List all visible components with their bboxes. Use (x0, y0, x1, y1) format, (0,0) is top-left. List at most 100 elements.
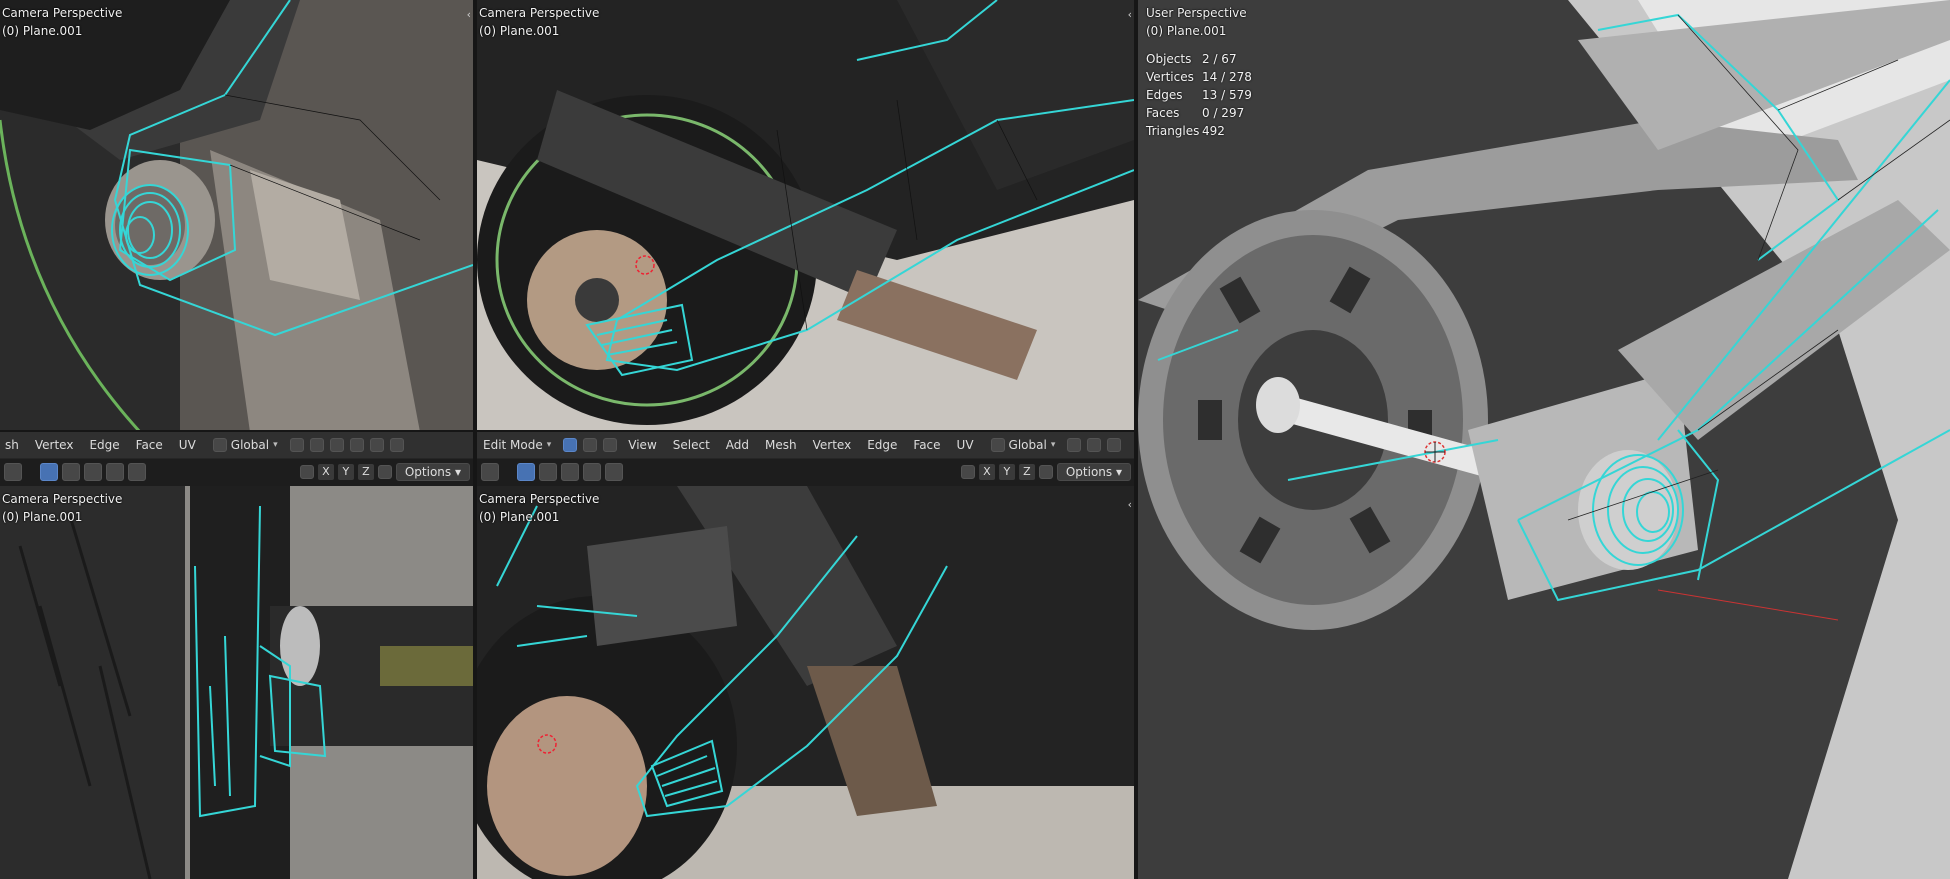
chevron-down-icon: ▾ (546, 440, 552, 450)
collapse-icon[interactable]: ‹ (467, 8, 471, 21)
pivot-icon[interactable] (289, 438, 304, 452)
stat-value: 14 / 278 (1202, 70, 1252, 84)
options-button[interactable]: Options ▾ (1056, 463, 1131, 481)
mode-new-icon[interactable] (517, 463, 535, 481)
tool-settings-icon[interactable] (377, 465, 392, 479)
snap-grid-icon[interactable] (329, 438, 344, 452)
mode-extend-icon[interactable] (539, 463, 557, 481)
viewport-info-right: User Perspective (0) Plane.001 (1146, 4, 1247, 40)
snap-grid-icon[interactable] (1107, 438, 1122, 452)
axis-y-toggle[interactable]: Y (998, 464, 1015, 480)
options-button[interactable]: Options ▾ (395, 463, 470, 481)
axis-z-toggle[interactable]: Z (357, 464, 374, 480)
menu-mesh[interactable]: Mesh (760, 438, 802, 452)
scene-right (1138, 0, 1950, 879)
axis-z-toggle[interactable]: Z (1018, 464, 1035, 480)
overlay-eye-icon[interactable] (389, 438, 404, 452)
stat-value: 0 / 297 (1202, 106, 1245, 120)
menu-view[interactable]: View (623, 438, 661, 452)
stat-value: 13 / 579 (1202, 88, 1252, 102)
orientation-label: Global (1008, 438, 1047, 452)
menu-edge[interactable]: Edge (862, 438, 902, 452)
tool-settings-icon[interactable] (1038, 465, 1053, 479)
options-label: Options (1065, 465, 1113, 479)
stat-row: Vertices 14 / 278 (1146, 68, 1252, 86)
object-label: (0) Plane.001 (1146, 24, 1227, 38)
orientation-dropdown[interactable]: Global ▾ (985, 438, 1062, 452)
axis-x-toggle[interactable]: X (978, 464, 995, 480)
snap-icon[interactable] (1087, 438, 1102, 452)
object-label: (0) Plane.001 (2, 510, 83, 524)
snap-icon[interactable] (309, 438, 324, 452)
stat-label: Triangles (1146, 124, 1200, 138)
viewport-info-bottom-mid: Camera Perspective (0) Plane.001 (479, 490, 599, 526)
scene-bottom-mid (477, 486, 1134, 879)
axis-y-toggle[interactable]: Y (337, 464, 354, 480)
falloff-icon[interactable] (369, 438, 384, 452)
stat-row: Objects 2 / 67 (1146, 50, 1252, 68)
menu-face[interactable]: Face (131, 438, 168, 452)
mode-dropdown[interactable]: Edit Mode ▾ (477, 438, 557, 452)
stat-value: 2 / 67 (1202, 52, 1237, 66)
object-label: (0) Plane.001 (479, 510, 560, 524)
header-bottom-left: sh Vertex Edge Face UV Global ▾ (0, 432, 473, 459)
menu-uv[interactable]: UV (174, 438, 201, 452)
chevron-down-icon: ▾ (273, 440, 278, 450)
vertex-select-icon[interactable] (563, 438, 578, 452)
mode-intersect-icon[interactable] (583, 463, 601, 481)
chevron-down-icon: ▾ (1050, 440, 1056, 450)
view-type-label: Camera Perspective (2, 492, 123, 506)
menu-vertex[interactable]: Vertex (808, 438, 857, 452)
face-select-icon[interactable] (603, 438, 618, 452)
menu-face[interactable]: Face (908, 438, 945, 452)
area-divider-horizontal[interactable] (0, 430, 1134, 432)
object-label: (0) Plane.001 (479, 24, 560, 38)
stat-value: 492 (1202, 124, 1225, 138)
mode-subtract-icon[interactable] (84, 463, 102, 481)
viewport-info-bottom-left: Camera Perspective (0) Plane.001 (2, 490, 122, 526)
collapse-icon[interactable]: ‹ (1128, 498, 1132, 511)
select-box-icon[interactable] (4, 463, 22, 481)
menu-item[interactable]: sh (0, 438, 24, 452)
object-label: (0) Plane.001 (2, 24, 83, 38)
viewport-right[interactable]: User Perspective (0) Plane.001 Objects 2 … (1138, 0, 1950, 879)
area-divider-vertical[interactable] (1134, 0, 1138, 879)
proportional-edit-icon[interactable] (349, 438, 364, 452)
view-type-label: Camera Perspective (2, 6, 123, 20)
menu-uv[interactable]: UV (952, 438, 979, 452)
viewport-info-top-left: Camera Perspective (0) Plane.001 (2, 4, 122, 40)
viewport-top-mid[interactable]: Camera Perspective (0) Plane.001 ‹ (477, 0, 1134, 432)
orientation-dropdown[interactable]: Global ▾ (207, 438, 284, 452)
statistics-overlay: Objects 2 / 67 Vertices 14 / 278 Edges 13 /… (1146, 50, 1252, 140)
edge-select-icon[interactable] (583, 438, 598, 452)
mode-subtract-icon[interactable] (561, 463, 579, 481)
stat-label: Objects (1146, 52, 1192, 66)
viewport-bottom-left[interactable]: Camera Perspective (0) Plane.001 (0, 486, 473, 879)
toolbar-bottom-mid: X Y Z Options ▾ (481, 461, 1131, 483)
header-bottom-mid: Edit Mode ▾ View Select Add Mesh Vertex … (477, 432, 1134, 459)
mode-invert-icon[interactable] (605, 463, 623, 481)
viewport-top-left[interactable]: Camera Perspective (0) Plane.001 ‹ (0, 0, 473, 432)
scene-top-mid (477, 0, 1134, 432)
view-type-label: User Perspective (1146, 6, 1247, 20)
viewport-bottom-mid[interactable]: Camera Perspective (0) Plane.001 ‹ (477, 486, 1134, 879)
menu-edge[interactable]: Edge (84, 438, 124, 452)
pivot-icon[interactable] (1067, 438, 1082, 452)
view-type-label: Camera Perspective (479, 492, 600, 506)
menu-add[interactable]: Add (721, 438, 754, 452)
mode-extend-icon[interactable] (62, 463, 80, 481)
mode-intersect-icon[interactable] (106, 463, 124, 481)
mirror-icon[interactable] (299, 465, 314, 479)
mode-invert-icon[interactable] (128, 463, 146, 481)
menu-vertex[interactable]: Vertex (30, 438, 79, 452)
axis-x-toggle[interactable]: X (317, 464, 334, 480)
collapse-icon[interactable]: ‹ (1128, 8, 1132, 21)
mode-new-icon[interactable] (40, 463, 58, 481)
transform-orientation-icon (990, 438, 1005, 452)
menu-select[interactable]: Select (668, 438, 715, 452)
select-box-icon[interactable] (481, 463, 499, 481)
viewport-info-top-mid: Camera Perspective (0) Plane.001 (479, 4, 599, 40)
area-divider-vertical[interactable] (473, 0, 477, 879)
scene-top-left (0, 0, 473, 432)
mirror-icon[interactable] (960, 465, 975, 479)
